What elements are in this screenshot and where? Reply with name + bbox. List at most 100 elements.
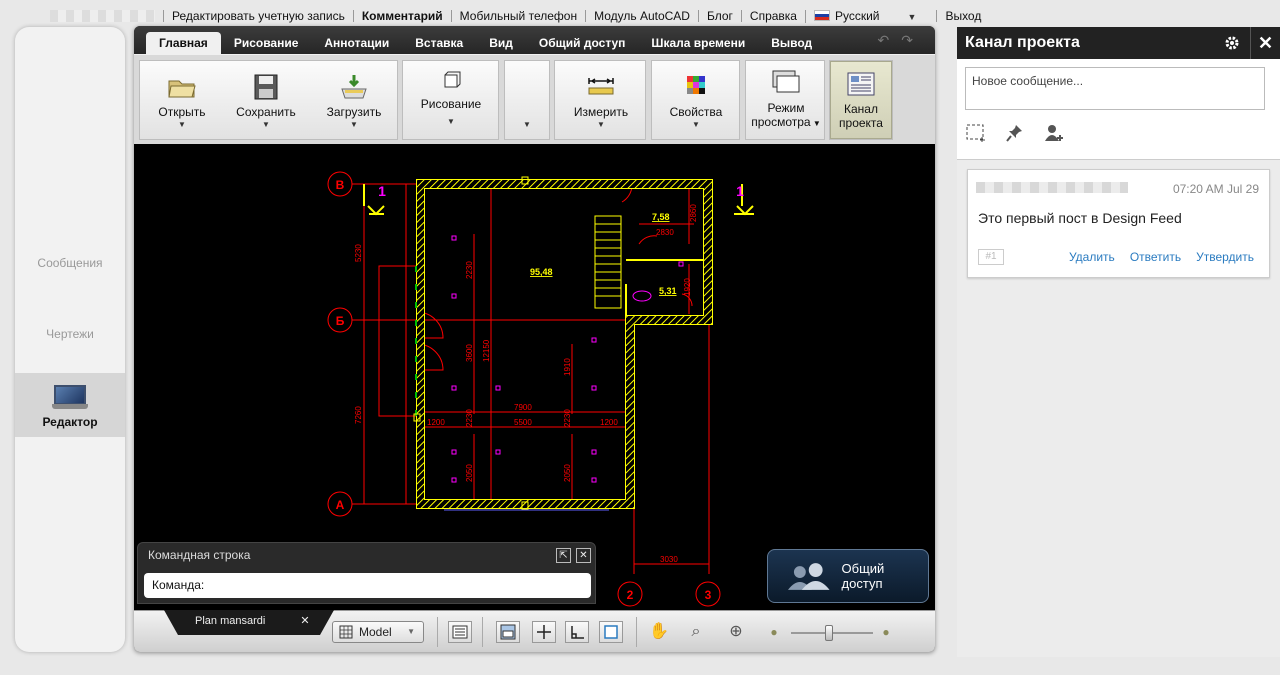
new-message-input[interactable]: Новое сообщение... [965, 67, 1265, 110]
crosshair-icon[interactable] [532, 621, 556, 643]
feed-header: Канал проекта ✕ [957, 27, 1280, 59]
russia-flag-icon [813, 9, 830, 21]
file-group: Открыть ▼ Сохранить ▼ Загрузить ▼ [139, 60, 398, 140]
blog-link[interactable]: Блог [697, 10, 741, 22]
zoom-in-icon[interactable]: ⊕ [724, 621, 748, 643]
tab-annotate[interactable]: Аннотации [311, 32, 402, 54]
sidebar-item-label: Сообщения [37, 256, 103, 270]
bottom-toolbar: Plan mansardi ✕ Model ▼ ✋ ⌕ ⊕ ● ● [134, 610, 935, 652]
sheet-tab[interactable]: Plan mansardi ✕ [164, 610, 334, 635]
edit-account-link[interactable]: Редактировать учетную запись [163, 10, 353, 22]
undo-icon[interactable]: ↶ [878, 32, 890, 49]
measure-button[interactable]: Измерить ▼ [559, 61, 643, 139]
dim-label: 1920 [683, 278, 692, 296]
pin-icon[interactable] [1004, 123, 1026, 143]
select-area-icon[interactable] [965, 123, 987, 143]
add-user-icon[interactable] [1043, 123, 1065, 143]
dim-label: 2050 [563, 464, 572, 482]
laptop-icon [52, 385, 88, 409]
dim-label: 2230 [563, 409, 572, 427]
logout-link[interactable]: Выход [936, 10, 989, 22]
properties-group: Свойства ▼ [651, 60, 740, 140]
message-composer: Новое сообщение... [957, 59, 1280, 160]
tab-home[interactable]: Главная [146, 32, 221, 54]
dim-label: 5500 [514, 418, 532, 427]
sidebar-item-messages[interactable]: Сообщения [15, 256, 125, 270]
pan-hand-icon[interactable]: ✋ [647, 621, 671, 643]
help-link[interactable]: Справка [740, 10, 805, 22]
sidebar-item-drawings[interactable]: Чертежи [15, 327, 125, 341]
dim-label: 2830 [656, 228, 674, 237]
axis-label: В [336, 178, 345, 192]
top-links: Редактировать учетную запись Комментарий… [163, 8, 989, 23]
dim-label: 2230 [465, 409, 474, 427]
sidebar-item-label: Редактор [42, 415, 98, 429]
zoom-out-circle-icon[interactable]: ● [762, 621, 786, 643]
section-mark-right: 1 [736, 183, 744, 199]
tab-output[interactable]: Вывод [758, 32, 825, 54]
tab-insert[interactable]: Вставка [402, 32, 476, 54]
properties-button[interactable]: Свойства ▼ [656, 61, 736, 139]
axis-label: Б [336, 314, 345, 328]
dim-label: 2230 [465, 261, 474, 279]
dim-label: 3030 [660, 555, 678, 564]
autocad-module-link[interactable]: Модуль AutoCAD [585, 10, 698, 22]
axis-label: 2 [627, 588, 634, 602]
upload-icon [341, 75, 367, 99]
zoom-slider-handle[interactable] [825, 625, 833, 641]
delete-link[interactable]: Удалить [1069, 250, 1115, 264]
draw-button[interactable]: Рисование ▼ [407, 61, 495, 139]
draw-group: Рисование ▼ [402, 60, 499, 140]
chevron-down-icon: ▼ [407, 627, 415, 636]
close-icon[interactable]: ✕ [576, 548, 591, 563]
zoom-in-circle-icon[interactable]: ● [874, 621, 898, 643]
reply-link[interactable]: Ответить [1130, 250, 1181, 264]
share-button[interactable]: Общий доступ [767, 549, 929, 603]
post-text: Это первый пост в Design Feed [978, 210, 1182, 226]
more-dropdown[interactable]: ▼ [507, 61, 547, 139]
close-icon[interactable]: ✕ [1250, 27, 1280, 59]
share-label: Общий доступ [841, 561, 885, 591]
viewport-icon[interactable] [496, 621, 520, 643]
snap-icon[interactable] [599, 621, 623, 643]
save-button[interactable]: Сохранить ▼ [228, 61, 304, 139]
section-mark-left: 1 [378, 183, 386, 199]
command-input[interactable]: Команда: [144, 573, 591, 598]
zoom-window-icon[interactable]: ⌕ [684, 621, 708, 643]
view-mode-group: Режим просмотра ▼ [745, 60, 825, 140]
more-group: ▼ [504, 60, 550, 140]
post-number-badge[interactable]: #1 [978, 249, 1004, 265]
language-select[interactable]: Русский ▼ [804, 8, 936, 23]
left-sidebar: Сообщения Чертежи Редактор [15, 27, 125, 652]
dim-label: 5230 [354, 244, 363, 262]
dock-icon[interactable]: ⇱ [556, 548, 571, 563]
project-feed-button[interactable]: Канал проекта [830, 61, 892, 139]
measure-group: Измерить ▼ [554, 60, 646, 140]
approve-link[interactable]: Утвердить [1196, 250, 1254, 264]
gear-icon[interactable] [1224, 35, 1240, 51]
comment-link[interactable]: Комментарий [352, 10, 451, 22]
layout-icon[interactable] [448, 621, 472, 643]
upload-button[interactable]: Загрузить ▼ [316, 61, 392, 139]
tab-view[interactable]: Вид [476, 32, 526, 54]
tab-draw[interactable]: Рисование [221, 32, 312, 54]
tab-timeline[interactable]: Шкала времени [638, 32, 758, 54]
axis-label: А [336, 498, 345, 512]
grid-icon [339, 625, 353, 639]
model-select[interactable]: Model ▼ [332, 621, 424, 643]
drawing-canvas[interactable]: 1 1 В Б А 2 3 5230 7260 2230 3600 12150 … [134, 144, 935, 610]
dim-label: 1200 [600, 418, 618, 427]
sidebar-item-editor[interactable]: Редактор [15, 373, 125, 437]
view-mode-button[interactable]: Режим просмотра ▼ [748, 61, 824, 139]
post-timestamp: 07:20 AM Jul 29 [1172, 182, 1259, 196]
tab-share[interactable]: Общий доступ [526, 32, 639, 54]
open-button[interactable]: Открыть ▼ [144, 61, 220, 139]
mobile-link[interactable]: Мобильный телефон [450, 10, 585, 22]
language-label: Русский [834, 8, 880, 23]
ortho-icon[interactable] [565, 621, 589, 643]
command-line-title: Командная строка [148, 548, 251, 562]
redo-icon[interactable]: ↷ [901, 32, 913, 49]
chevron-down-icon[interactable]: ▼ [880, 12, 929, 22]
color-grid-icon [687, 76, 705, 94]
close-sheet-icon[interactable]: ✕ [298, 615, 312, 629]
